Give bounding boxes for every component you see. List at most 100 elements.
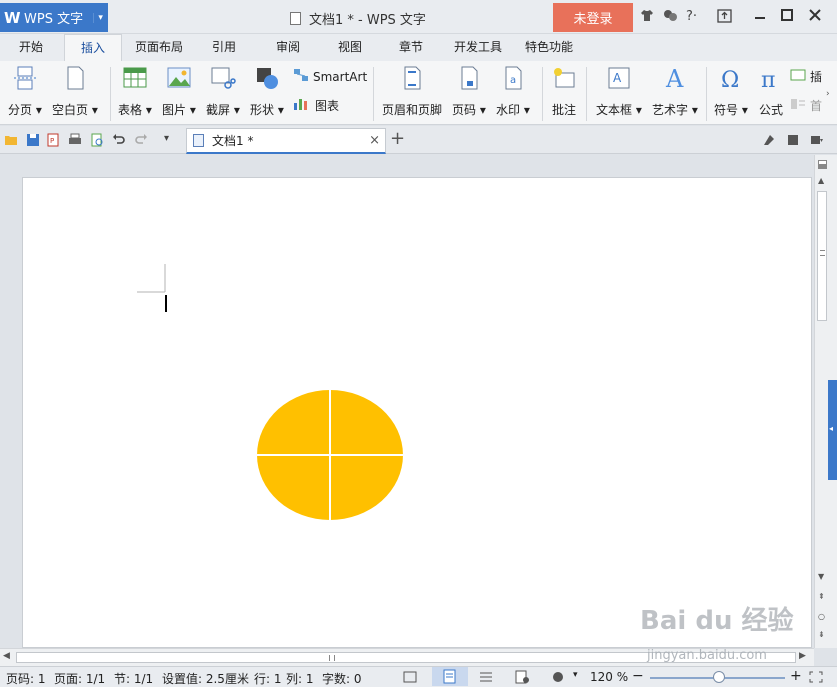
page-view-icon[interactable] xyxy=(432,667,468,686)
scroll-right-icon[interactable]: ▶ xyxy=(799,651,806,661)
smartart-button[interactable]: SmartArt xyxy=(293,68,367,85)
split-view-icon[interactable] xyxy=(818,158,827,172)
fit-window-icon[interactable] xyxy=(808,670,824,684)
scroll-up-icon[interactable]: ▲ xyxy=(818,176,824,185)
grip-icon xyxy=(820,250,825,256)
tab-section[interactable]: 章节 xyxy=(388,34,434,61)
select-browse-object-icon[interactable]: ○ xyxy=(818,612,825,621)
tab-page-layout[interactable]: 页面布局 xyxy=(128,34,190,61)
comment-button[interactable]: 批注 xyxy=(551,65,577,118)
status-section[interactable]: 节: 1/1 xyxy=(114,670,153,687)
chart-button[interactable]: 图表 xyxy=(293,97,339,114)
chevron-down-icon[interactable]: ▾ xyxy=(93,12,107,23)
export-pdf-icon[interactable]: P xyxy=(46,133,60,147)
textbox-button[interactable]: A 文本框 ▾ xyxy=(596,65,642,118)
close-icon[interactable] xyxy=(809,9,821,25)
print-icon[interactable] xyxy=(68,133,82,147)
insert-more-button[interactable]: 插 xyxy=(790,68,822,85)
skin-shirt-icon[interactable] xyxy=(640,9,654,26)
document-tab[interactable]: 文档1 * × xyxy=(186,128,386,154)
watermark-button[interactable]: a 水印 ▾ xyxy=(496,65,530,118)
scroll-left-icon[interactable]: ◀ xyxy=(3,651,10,661)
maximize-icon[interactable] xyxy=(781,9,793,25)
page-number-button[interactable]: 页码 ▾ xyxy=(452,65,486,118)
bookmark-icon[interactable] xyxy=(786,133,800,147)
zoom-out-icon[interactable]: − xyxy=(632,668,644,684)
page-break-button[interactable]: 分页 ▾ xyxy=(8,65,42,118)
blank-page-button[interactable]: 空白页 ▾ xyxy=(52,65,98,118)
tab-review[interactable]: 审阅 xyxy=(264,34,312,61)
window-mode-icon[interactable] xyxy=(810,133,824,147)
next-page-icon[interactable]: ⇟ xyxy=(818,630,825,639)
tab-start[interactable]: 开始 xyxy=(6,34,56,61)
quickbar-dropdown-icon[interactable]: ▾ xyxy=(164,133,178,147)
upload-icon[interactable] xyxy=(717,9,732,27)
shapes-button[interactable]: 形状 ▾ xyxy=(250,65,284,118)
first-letter-button[interactable]: 首 xyxy=(790,97,822,114)
app-menu-button[interactable]: W WPS 文字 ▾ xyxy=(0,3,108,32)
header-footer-icon xyxy=(399,65,425,91)
reading-mode-icon[interactable] xyxy=(550,670,566,684)
status-setting[interactable]: 设置值: 2.5厘米 xyxy=(162,670,249,687)
formula-button[interactable]: π 公式 xyxy=(758,65,784,118)
status-col[interactable]: 列: 1 xyxy=(286,670,314,687)
zoom-in-icon[interactable]: + xyxy=(790,668,802,684)
undo-icon[interactable] xyxy=(112,133,126,147)
vertical-scroll-thumb[interactable] xyxy=(817,191,827,321)
print-preview-icon[interactable] xyxy=(90,133,104,147)
picture-button[interactable]: 图片 ▾ xyxy=(162,65,196,118)
screenshot-scissors-icon xyxy=(210,65,236,91)
ribbon-separator xyxy=(586,67,587,121)
help-icon[interactable]: ?· xyxy=(686,9,697,24)
redo-icon[interactable] xyxy=(134,133,148,147)
ribbon-toggle-icon[interactable] xyxy=(762,133,776,147)
status-page-code[interactable]: 页码: 1 xyxy=(6,670,46,687)
table-button[interactable]: 表格 ▾ xyxy=(118,65,152,118)
smartart-icon xyxy=(293,68,309,85)
circle-shape[interactable] xyxy=(257,390,403,520)
status-row[interactable]: 行: 1 xyxy=(254,670,282,687)
picture-label: 图片 xyxy=(162,103,187,117)
status-pages[interactable]: 页面: 1/1 xyxy=(54,670,105,687)
ribbon-expand-icon[interactable]: › xyxy=(826,89,830,99)
chat-icon[interactable] xyxy=(663,9,678,26)
page-number-icon xyxy=(456,65,482,91)
header-footer-button[interactable]: 页眉和页脚 xyxy=(382,65,442,118)
table-icon xyxy=(122,65,148,91)
vertical-scrollbar[interactable]: ▲ ▼ ⇞ ○ ⇟ xyxy=(814,155,828,648)
tab-references[interactable]: 引用 xyxy=(200,34,248,61)
zoom-level[interactable]: 120 % xyxy=(590,670,628,684)
tab-developer[interactable]: 开发工具 xyxy=(447,34,509,61)
new-tab-icon[interactable]: + xyxy=(390,128,405,149)
wordart-icon: A xyxy=(662,65,688,93)
watermark-icon: a xyxy=(500,65,526,91)
tab-special[interactable]: 特色功能 xyxy=(518,34,580,61)
tab-view[interactable]: 视图 xyxy=(326,34,374,61)
margin-corner-mark xyxy=(137,264,166,293)
first-letter-label: 首 xyxy=(810,99,823,113)
reading-mode-dropdown-icon[interactable]: ▾ xyxy=(573,670,578,680)
minimize-icon[interactable] xyxy=(754,9,766,25)
save-icon[interactable] xyxy=(26,133,40,147)
wordart-button[interactable]: A 艺术字 ▾ xyxy=(652,65,698,118)
status-words[interactable]: 字数: 0 xyxy=(322,670,362,687)
zoom-slider-knob[interactable] xyxy=(713,671,725,683)
shapes-label: 形状 xyxy=(250,103,275,117)
web-view-icon[interactable] xyxy=(514,670,530,684)
outline-view-icon[interactable] xyxy=(478,670,494,684)
picture-icon xyxy=(166,65,192,91)
symbol-button[interactable]: Ω 符号 ▾ xyxy=(714,65,748,118)
wordart-label: 艺术字 xyxy=(652,103,689,117)
tab-insert[interactable]: 插入 xyxy=(64,34,122,61)
document-area xyxy=(0,155,814,648)
side-panel-toggle[interactable]: ◂ xyxy=(828,380,837,480)
full-screen-icon[interactable] xyxy=(402,670,418,684)
login-button[interactable]: 未登录 xyxy=(553,3,633,32)
screenshot-button[interactable]: 截屏 ▾ xyxy=(206,65,240,118)
open-folder-icon[interactable] xyxy=(4,133,18,147)
scroll-down-icon[interactable]: ▼ xyxy=(818,572,824,581)
blank-page-icon xyxy=(62,65,88,91)
previous-page-icon[interactable]: ⇞ xyxy=(818,592,825,601)
close-tab-icon[interactable]: × xyxy=(369,133,380,148)
document-page[interactable] xyxy=(22,177,812,648)
